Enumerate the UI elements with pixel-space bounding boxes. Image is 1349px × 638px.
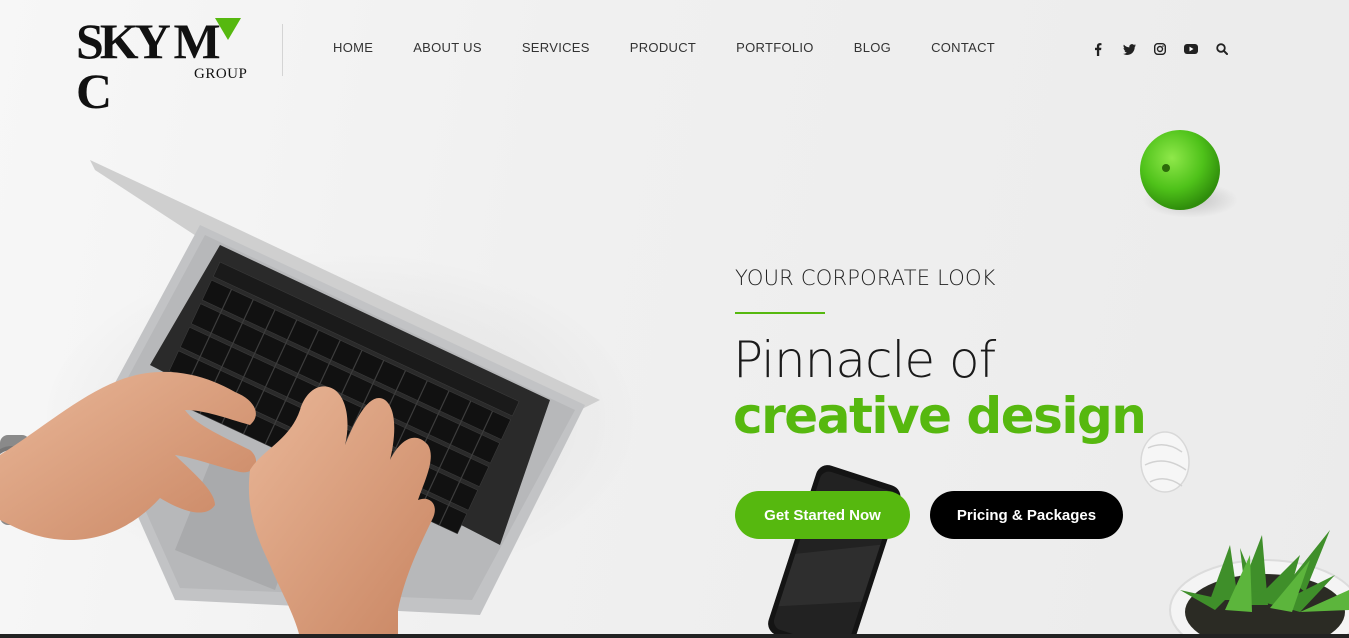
nav-portfolio[interactable]: PORTFOLIO xyxy=(736,40,814,55)
social-links xyxy=(1090,40,1245,58)
youtube-icon[interactable] xyxy=(1183,40,1199,58)
facebook-icon[interactable] xyxy=(1090,40,1106,58)
brand-logo[interactable]: SKY M C GROUP xyxy=(76,13,256,116)
main-nav: HOME ABOUT US SERVICES PRODUCT PORTFOLIO… xyxy=(333,40,995,55)
nav-services[interactable]: SERVICES xyxy=(522,40,590,55)
logo-triangle-icon xyxy=(214,18,241,40)
search-icon[interactable] xyxy=(1214,40,1230,58)
get-started-button[interactable]: Get Started Now xyxy=(735,491,910,539)
logo-text-c: C xyxy=(76,63,112,119)
hero-section: SKY M C GROUP HOME ABOUT US SERVICES PROD… xyxy=(0,0,1349,638)
nav-home[interactable]: HOME xyxy=(333,40,373,55)
accent-divider xyxy=(735,312,825,314)
instagram-icon[interactable] xyxy=(1152,40,1168,58)
logo-text-m: M xyxy=(173,13,220,69)
hero-headline-line1: Pinnacle of xyxy=(733,331,996,389)
header-divider xyxy=(282,24,283,76)
hero-eyebrow: YOUR CORPORATE LOOK xyxy=(735,266,996,290)
nav-blog[interactable]: BLOG xyxy=(854,40,891,55)
nav-contact[interactable]: CONTACT xyxy=(931,40,995,55)
twitter-icon[interactable] xyxy=(1121,40,1137,58)
pricing-packages-button[interactable]: Pricing & Packages xyxy=(930,491,1123,539)
bottom-edge-bar xyxy=(0,634,1349,638)
nav-product[interactable]: PRODUCT xyxy=(630,40,696,55)
logo-subtext: GROUP xyxy=(194,66,248,82)
logo-text-sky: SKY xyxy=(76,13,169,69)
nav-about-us[interactable]: ABOUT US xyxy=(413,40,482,55)
hero-headline-line2: creative design xyxy=(733,387,1147,445)
site-header: SKY M C GROUP HOME ABOUT US SERVICES PROD… xyxy=(0,0,1349,116)
